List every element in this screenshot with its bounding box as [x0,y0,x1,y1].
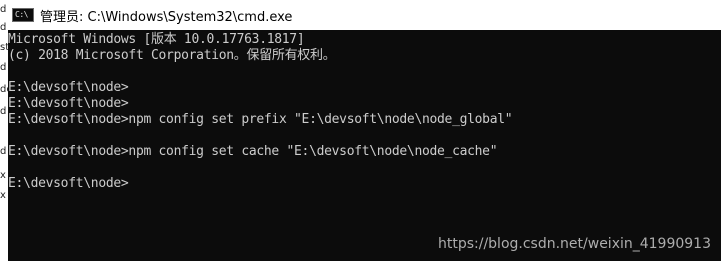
window-title: 管理员: C:\Windows\System32\cmd.exe [40,9,293,25]
strip-text: d [0,106,7,117]
strip-text: d [0,4,7,15]
title-bar[interactable]: C:\ 管理员: C:\Windows\System32\cmd.exe [8,0,721,30]
cmd-icon[interactable]: C:\ [12,8,34,22]
strip-text: de [0,84,8,95]
background-window-edge: d d sta d de d d x x [0,0,8,261]
strip-text: sta [0,42,8,53]
console-line: E:\devsoft\node>npm config set prefix "E… [8,112,513,127]
console-line: Microsoft Windows [版本 10.0.17763.1817] [8,32,305,47]
console-line: (c) 2018 Microsoft Corporation。保留所有权利。 [8,48,336,63]
console-prompt: E:\devsoft\node> [8,176,129,191]
strip-text: d [0,22,7,33]
cmd-window[interactable]: C:\ 管理员: C:\Windows\System32\cmd.exe Mic… [8,0,721,261]
strip-text: d [0,62,7,73]
console-line: E:\devsoft\node>npm config set cache "E:… [8,144,498,159]
console-line: E:\devsoft\node> [8,96,129,111]
watermark-url: https://blog.csdn.net/weixin_41990913 [437,236,711,252]
console-line: E:\devsoft\node> [8,80,129,95]
strip-text: x [0,190,6,201]
console-output[interactable]: Microsoft Windows [版本 10.0.17763.1817] (… [8,30,721,261]
strip-text: d [0,146,7,157]
cmd-icon-glyph: C:\ [15,10,28,19]
strip-text: x [0,170,6,181]
